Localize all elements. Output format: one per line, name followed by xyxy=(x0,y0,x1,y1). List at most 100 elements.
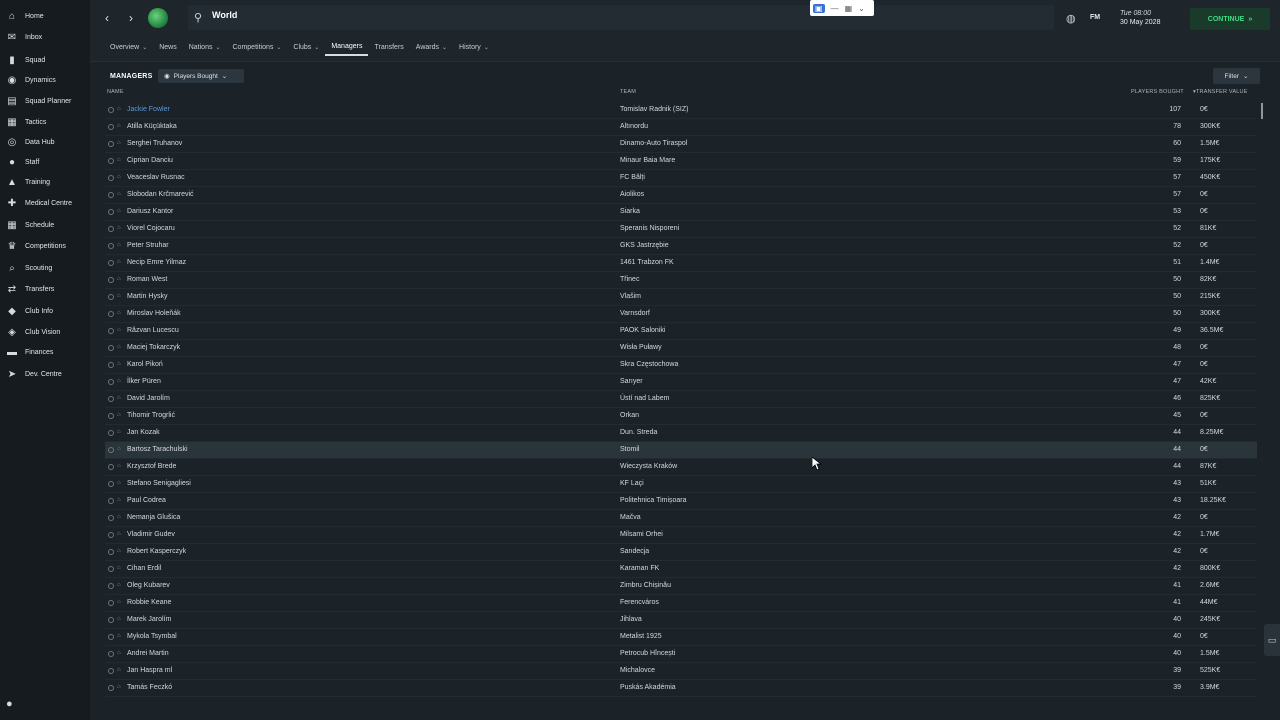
team-name[interactable]: Puskás Akadémia xyxy=(620,684,676,691)
grid-icon[interactable]: ▦ xyxy=(845,4,853,13)
tab-managers[interactable]: Managers xyxy=(325,38,369,56)
table-row[interactable]: ⌂ Bartosz Tarachulski Stomil 44 0€ xyxy=(105,442,1257,459)
manager-name[interactable]: Jan Haspra ml xyxy=(127,667,172,674)
forward-arrow-icon[interactable]: › xyxy=(124,11,138,25)
status-circle-icon[interactable] xyxy=(108,430,114,436)
manager-name[interactable]: Paul Codrea xyxy=(127,497,166,504)
manager-name[interactable]: Dariusz Kantor xyxy=(127,208,173,215)
table-row[interactable]: ⌂ Veaceslav Rusnac FC Bălți 57 450K€ xyxy=(105,170,1257,187)
team-name[interactable]: Jihlava xyxy=(620,616,642,623)
tab-competitions[interactable]: Competitions ⌄ xyxy=(227,38,288,56)
status-circle-icon[interactable] xyxy=(108,668,114,674)
team-name[interactable]: Altınordu xyxy=(620,123,648,130)
manager-name[interactable]: Robert Kasperczyk xyxy=(127,548,186,555)
table-row[interactable]: ⌂ Vladimir Gudev Milsami Orhei 42 1.7M€ xyxy=(105,527,1257,544)
sidebar-item-competitions[interactable]: ♛ Competitions xyxy=(0,238,90,254)
sidebar-item-schedule[interactable]: ▦ Schedule xyxy=(0,217,90,233)
manager-name[interactable]: Ciprian Danciu xyxy=(127,157,173,164)
status-circle-icon[interactable] xyxy=(108,600,114,606)
manager-name[interactable]: Jan Kozak xyxy=(127,429,160,436)
manager-name[interactable]: Tamás Feczkó xyxy=(127,684,172,691)
table-row[interactable]: ⌂ Krzysztof Brede Wieczysta Kraków 44 87K€ xyxy=(105,459,1257,476)
status-circle-icon[interactable] xyxy=(108,294,114,300)
status-circle-icon[interactable] xyxy=(108,345,114,351)
sidebar-item-finances[interactable]: ▬ Finances xyxy=(0,344,90,360)
search-bar[interactable]: ⚲ World xyxy=(188,5,1054,30)
team-name[interactable]: Aiolikos xyxy=(620,191,644,198)
table-row[interactable]: ⌂ Roman West Třinec 50 82K€ xyxy=(105,272,1257,289)
manager-name[interactable]: Miroslav Holeňák xyxy=(127,310,181,317)
sidebar-item-dynamics[interactable]: ◉ Dynamics xyxy=(0,72,90,88)
chat-icon[interactable]: ● xyxy=(6,698,18,710)
status-circle-icon[interactable] xyxy=(108,685,114,691)
table-row[interactable]: ⌂ Cihan Erdil Karaman FK 42 800K€ xyxy=(105,561,1257,578)
table-row[interactable]: ⌂ Paul Codrea Politehnica Timișoara 43 18.25… xyxy=(105,493,1257,510)
team-name[interactable]: Karaman FK xyxy=(620,565,659,572)
team-name[interactable]: Třinec xyxy=(620,276,639,283)
window-snap-icon[interactable]: ▣ xyxy=(813,3,825,13)
manager-name[interactable]: Necip Emre Yilmaz xyxy=(127,259,186,266)
team-name[interactable]: Orkan xyxy=(620,412,639,419)
status-circle-icon[interactable] xyxy=(108,243,114,249)
status-circle-icon[interactable] xyxy=(108,549,114,555)
team-name[interactable]: Ústí nad Labem xyxy=(620,395,669,402)
tab-history[interactable]: History ⌄ xyxy=(453,38,495,56)
team-name[interactable]: Siarka xyxy=(620,208,640,215)
team-name[interactable]: Milsami Orhei xyxy=(620,531,663,538)
manager-name[interactable]: David Jarolím xyxy=(127,395,170,402)
chevron-down-icon[interactable]: ⌄ xyxy=(858,4,865,13)
sidebar-item-dev-centre[interactable]: ➤ Dev. Centre xyxy=(0,366,90,382)
table-row[interactable]: ⌂ Robbie Keane Ferencváros 41 44M€ xyxy=(105,595,1257,612)
table-row[interactable]: ⌂ Marek Jarolím Jihlava 40 245K€ xyxy=(105,612,1257,629)
tab-clubs[interactable]: Clubs ⌄ xyxy=(287,38,325,56)
status-circle-icon[interactable] xyxy=(108,124,114,130)
manager-name[interactable]: Mykola Tsymbal xyxy=(127,633,177,640)
manager-name[interactable]: Tihomir Trogrlić xyxy=(127,412,175,419)
table-row[interactable]: ⌂ Jackie Fowler Tomislav Radnik (SIZ) 107 0€ xyxy=(105,102,1257,119)
column-header-players-bought[interactable]: PLAYERS BOUGHT xyxy=(1131,89,1184,95)
sidebar-item-data-hub[interactable]: ◎ Data Hub xyxy=(0,134,90,150)
back-arrow-icon[interactable]: ‹ xyxy=(100,11,114,25)
manager-name[interactable]: Nemanja Glušica xyxy=(127,514,180,521)
manager-name[interactable]: Krzysztof Brede xyxy=(127,463,176,470)
table-row[interactable]: ⌂ Nemanja Glušica Mačva 42 0€ xyxy=(105,510,1257,527)
manager-name[interactable]: Peter Struhar xyxy=(127,242,169,249)
team-name[interactable]: Sarıyer xyxy=(620,378,643,385)
status-circle-icon[interactable] xyxy=(108,175,114,181)
manager-name[interactable]: İlker Püren xyxy=(127,378,161,385)
manager-name[interactable]: Viorel Cojocaru xyxy=(127,225,175,232)
manager-name[interactable]: Vladimir Gudev xyxy=(127,531,175,538)
column-header-transfer-value[interactable]: ▾TRANSFER VALUE xyxy=(1193,89,1248,95)
manager-name[interactable]: Stefano Senigagliesi xyxy=(127,480,191,487)
sidebar-item-club-vision[interactable]: ◈ Club Vision xyxy=(0,324,90,340)
manager-name[interactable]: Jackie Fowler xyxy=(127,106,170,113)
team-name[interactable]: Sandecja xyxy=(620,548,649,555)
table-row[interactable]: ⌂ David Jarolím Ústí nad Labem 46 825K€ xyxy=(105,391,1257,408)
manager-name[interactable]: Martin Hysky xyxy=(127,293,167,300)
manager-name[interactable]: Roman West xyxy=(127,276,167,283)
status-circle-icon[interactable] xyxy=(108,311,114,317)
filter-button[interactable]: Filter ⌄ xyxy=(1213,68,1260,84)
team-name[interactable]: Tomislav Radnik (SIZ) xyxy=(620,106,688,113)
team-name[interactable]: Dun. Streda xyxy=(620,429,657,436)
table-row[interactable]: ⌂ Tamás Feczkó Puskás Akadémia 39 3.9M€ xyxy=(105,680,1257,697)
manager-name[interactable]: Cihan Erdil xyxy=(127,565,161,572)
table-row[interactable]: ⌂ Maciej Tokarczyk Wisła Puławy 48 0€ xyxy=(105,340,1257,357)
status-circle-icon[interactable] xyxy=(108,328,114,334)
team-name[interactable]: FC Bălți xyxy=(620,174,645,181)
manager-name[interactable]: Andrei Martin xyxy=(127,650,169,657)
team-name[interactable]: KF Laçi xyxy=(620,480,644,487)
status-circle-icon[interactable] xyxy=(108,481,114,487)
manager-name[interactable]: Maciej Tokarczyk xyxy=(127,344,180,351)
tab-nations[interactable]: Nations ⌄ xyxy=(183,38,227,56)
team-name[interactable]: 1461 Trabzon FK xyxy=(620,259,674,266)
status-circle-icon[interactable] xyxy=(108,260,114,266)
tab-news[interactable]: News xyxy=(153,38,183,56)
team-name[interactable]: GKS Jastrzębie xyxy=(620,242,669,249)
table-row[interactable]: ⌂ Jan Kozak Dun. Streda 44 8.25M€ xyxy=(105,425,1257,442)
status-circle-icon[interactable] xyxy=(108,617,114,623)
team-name[interactable]: Speranis Nisporeni xyxy=(620,225,679,232)
team-name[interactable]: PAOK Saloniki xyxy=(620,327,665,334)
team-name[interactable]: Stomil xyxy=(620,446,639,453)
status-circle-icon[interactable] xyxy=(108,141,114,147)
